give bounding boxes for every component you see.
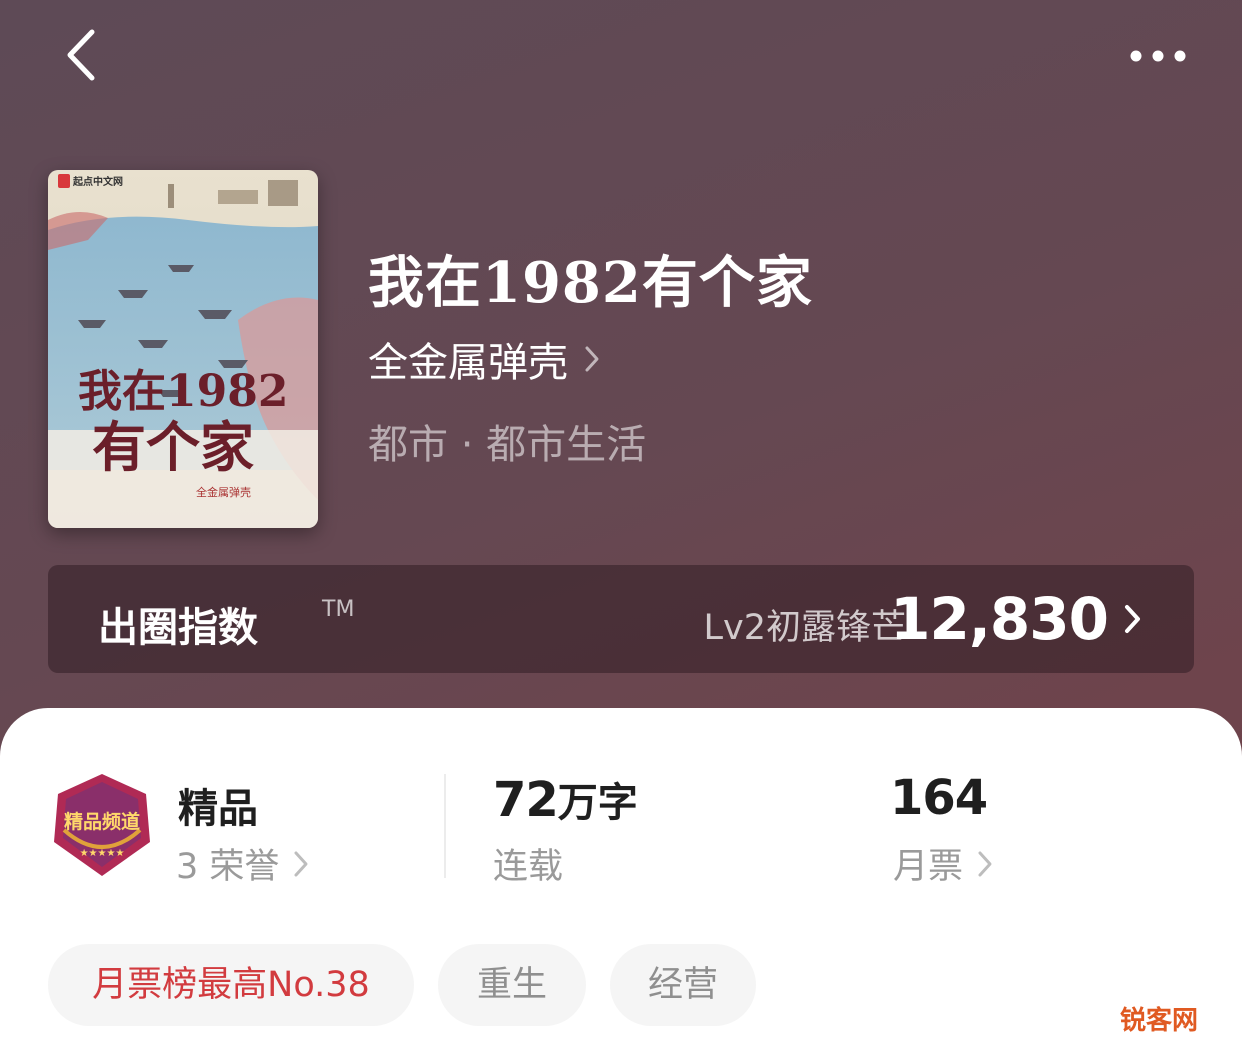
book-genre: 都市 · 都市生活 <box>368 422 647 468</box>
author-name: 全金属弹壳 <box>368 340 568 386</box>
influence-index-bar[interactable]: 出圈指数 TM Lv2初露锋芒 12,830 <box>48 565 1194 673</box>
serial-status: 连载 <box>493 847 564 887</box>
author-link[interactable]: 全金属弹壳 <box>368 334 600 386</box>
word-count-value: 72 <box>493 772 559 828</box>
top-bar <box>0 0 1242 110</box>
quality-badge-icon[interactable]: 精品频道 ★★★★★ <box>50 772 154 880</box>
svg-text:★★★★★: ★★★★★ <box>80 848 125 859</box>
chevron-right-icon <box>293 850 309 878</box>
cover-title-line1: 我在1982 <box>78 366 288 417</box>
monthly-tickets-link[interactable]: 月票 <box>893 838 993 889</box>
cover-author: 全金属弹壳 <box>196 485 251 499</box>
chevron-left-icon <box>67 29 95 81</box>
quality-title: 精品 <box>178 786 258 832</box>
index-label: 出圈指数 <box>98 605 258 651</box>
tag-business[interactable]: 经营 <box>610 944 756 1026</box>
honors-link[interactable]: 3 荣誉 <box>176 838 309 889</box>
more-button[interactable] <box>1122 36 1194 76</box>
chevron-right-icon <box>977 850 993 878</box>
back-button[interactable] <box>58 26 106 84</box>
more-horizontal-icon <box>1130 50 1186 62</box>
index-tm-mark: TM <box>322 597 355 622</box>
tag-ranking[interactable]: 月票榜最高No.38 <box>48 944 414 1026</box>
badge-text: 精品频道 <box>64 810 140 833</box>
honors-count: 3 荣誉 <box>176 847 280 887</box>
chevron-right-icon <box>584 345 600 373</box>
book-title: 我在1982有个家 <box>368 250 813 316</box>
cover-publisher-logo: 起点中文网 <box>72 175 123 188</box>
watermark: 锐客网 <box>1120 1006 1199 1036</box>
monthly-tickets: 164 <box>890 770 988 826</box>
index-level: Lv2初露锋芒 <box>703 608 906 648</box>
cover-title-line2: 有个家 <box>92 415 254 479</box>
chevron-right-icon <box>1124 603 1142 639</box>
monthly-tickets-value: 164 <box>890 770 988 826</box>
word-count: 72万字 <box>493 770 638 828</box>
word-count-unit: 万字 <box>557 780 638 826</box>
index-score: 12,830 <box>890 585 1109 653</box>
tag-rebirth[interactable]: 重生 <box>438 944 586 1026</box>
monthly-tickets-label: 月票 <box>893 847 964 887</box>
stats-divider <box>444 774 446 878</box>
book-cover[interactable]: 起点中文网 我在1982 有个家 全金属弹壳 <box>48 170 318 528</box>
